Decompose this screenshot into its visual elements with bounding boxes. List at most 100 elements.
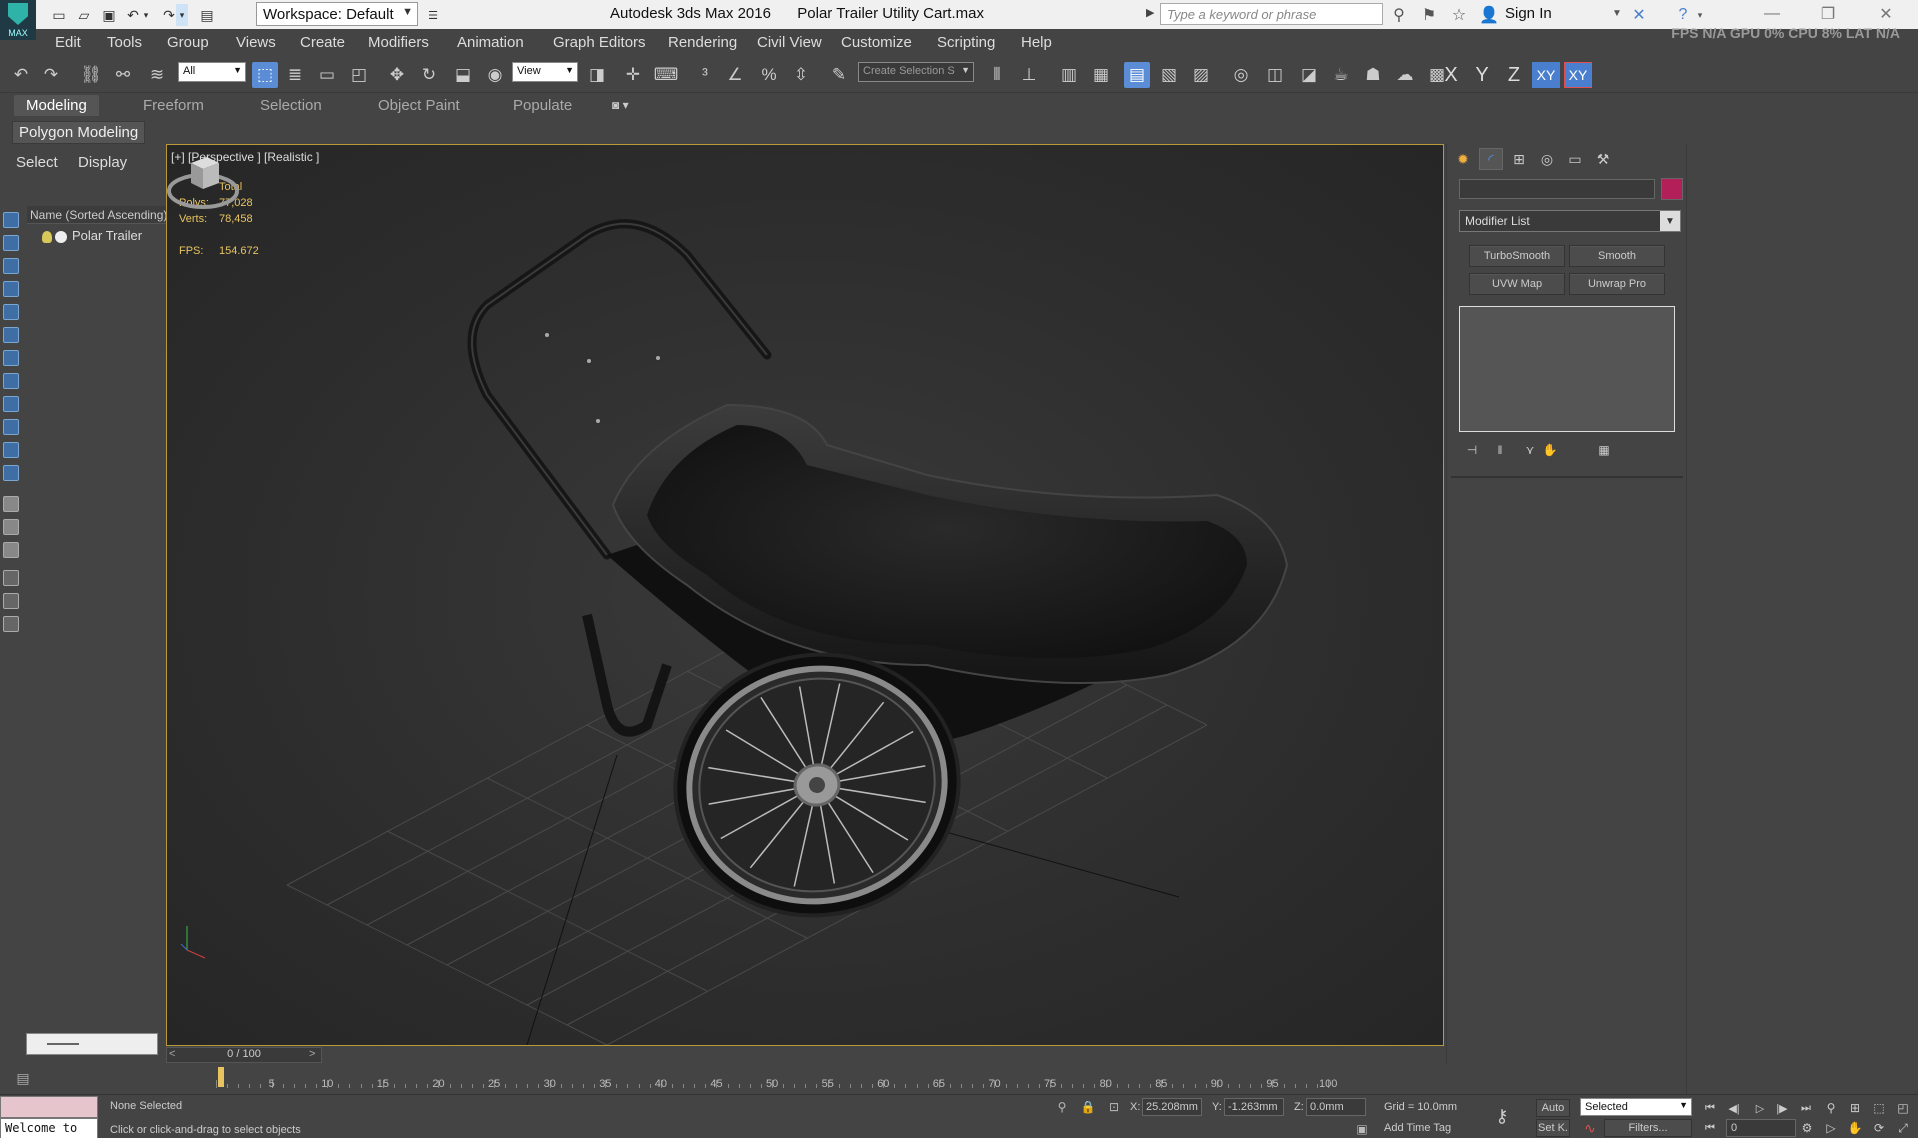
key-mode-toggle-icon[interactable]: ⏮ — [1700, 1119, 1720, 1137]
maximize-viewport-icon[interactable]: ⤢ — [1894, 1119, 1912, 1137]
select-and-rotate-icon[interactable]: ↻ — [416, 62, 442, 88]
polygon-modeling-button[interactable]: Polygon Modeling — [12, 121, 146, 144]
zoom-extents-all-icon[interactable]: ◰ — [1894, 1099, 1912, 1117]
previous-frame-icon[interactable]: < — [169, 1048, 175, 1060]
search-input[interactable]: Type a keyword or phrase — [1160, 3, 1383, 25]
new-file-icon[interactable]: ▭ — [48, 4, 70, 26]
explorer-tab-display[interactable]: Display — [78, 154, 127, 171]
restore-icon[interactable]: ❐ — [1806, 2, 1850, 26]
menu-modifiers[interactable]: Modifiers — [368, 34, 429, 51]
open-file-icon[interactable]: ▱ — [73, 4, 95, 26]
rendered-frame-window-icon[interactable]: ◪ — [1296, 62, 1322, 88]
display-bones-icon[interactable] — [3, 396, 19, 412]
uvw-map-button[interactable]: UVW Map — [1469, 273, 1565, 295]
pivot-center-icon[interactable]: ◨ — [584, 62, 610, 88]
play-icon[interactable]: ▷ — [1750, 1099, 1770, 1117]
menu-tools[interactable]: Tools — [107, 34, 142, 51]
next-key-icon[interactable]: |▶ — [1772, 1099, 1792, 1117]
filter-icon[interactable] — [3, 570, 19, 586]
axis-constraint-x[interactable]: X — [1437, 62, 1465, 88]
search-expand-icon[interactable]: ▶ — [1146, 6, 1154, 19]
sign-in-button[interactable]: Sign In — [1505, 5, 1552, 22]
explorer-tab-select[interactable]: Select — [16, 154, 58, 171]
explorer-row[interactable]: Polar Trailer — [42, 228, 182, 243]
redo-dropdown-icon[interactable]: ▾ — [176, 4, 188, 26]
pin-stack-icon[interactable]: ⊣ — [1463, 442, 1481, 458]
menu-create[interactable]: Create — [300, 34, 345, 51]
maxscript-mini-listener[interactable]: Welcome to — [0, 1118, 98, 1138]
zoom-icon[interactable]: ⚲ — [1822, 1099, 1840, 1117]
select-and-place-icon[interactable]: ◉ — [482, 62, 508, 88]
manipulate-icon[interactable]: ✛ — [620, 62, 646, 88]
ribbon-options-dropdown-icon[interactable]: ◙ ▾ — [612, 98, 629, 112]
customize-toolbar-icon[interactable]: ☰ — [422, 4, 444, 26]
display-cameras-icon[interactable] — [3, 281, 19, 297]
align-icon[interactable]: ⊥ — [1016, 62, 1042, 88]
previous-key-icon[interactable]: ◀| — [1724, 1099, 1744, 1117]
isolate-selection-icon[interactable]: ⚲ — [1054, 1099, 1070, 1115]
layer-explorer-icon[interactable]: ▥ — [1056, 62, 1082, 88]
unlink-icon[interactable]: ⚯ — [110, 62, 136, 88]
menu-customize[interactable]: Customize — [841, 34, 912, 51]
key-filter-select[interactable]: Selected ▼ — [1580, 1098, 1692, 1116]
light-bulb-icon[interactable] — [42, 230, 52, 243]
maxscript-listener-output[interactable] — [0, 1096, 98, 1118]
go-to-start-icon[interactable]: ⏮ — [1700, 1099, 1720, 1117]
help-icon[interactable]: ? — [1672, 4, 1694, 26]
communication-center-icon[interactable]: ⚑ — [1418, 4, 1440, 26]
angle-snap-icon[interactable]: ∠ — [722, 62, 748, 88]
display-shapes-icon[interactable] — [3, 235, 19, 251]
undo-dropdown-icon[interactable]: ▾ — [140, 4, 152, 26]
menu-scripting[interactable]: Scripting — [937, 34, 995, 51]
display-none-icon[interactable] — [3, 519, 19, 535]
set-key-icon[interactable]: ⚷ — [1488, 1105, 1516, 1127]
render-in-cloud-icon[interactable]: ☁ — [1392, 62, 1418, 88]
show-end-result-icon[interactable]: ‖ — [1491, 442, 1509, 458]
modifier-list-select[interactable]: Modifier List ▼ — [1459, 210, 1681, 232]
display-containers-icon[interactable] — [3, 419, 19, 435]
workspace-select[interactable]: Workspace: Default ▼ — [256, 2, 418, 26]
time-configuration-icon[interactable]: ⚙ — [1798, 1119, 1816, 1137]
select-and-scale-icon[interactable]: ⬓ — [450, 62, 476, 88]
bind-space-warp-icon[interactable]: ≋ — [144, 62, 170, 88]
tab-selection[interactable]: Selection — [260, 97, 322, 114]
explorer-column-header[interactable]: Name (Sorted Ascending) — [27, 206, 182, 224]
make-unique-icon[interactable]: ⋎ — [1521, 442, 1539, 458]
percent-snap-icon[interactable]: % — [756, 62, 782, 88]
scene-explorer-icon[interactable]: ▤ — [1124, 62, 1150, 88]
current-frame-marker[interactable] — [218, 1067, 224, 1087]
display-invert-icon[interactable] — [3, 542, 19, 558]
pan-view-icon[interactable]: ✋ — [1846, 1119, 1864, 1137]
undo-icon[interactable]: ↶ — [8, 62, 34, 88]
zoom-extents-icon[interactable]: ⬚ — [1870, 1099, 1888, 1117]
display-hidden-icon[interactable] — [3, 465, 19, 481]
selection-lock-icon[interactable]: 🔒 — [1080, 1099, 1096, 1115]
display-helpers-icon[interactable] — [3, 304, 19, 320]
menu-edit[interactable]: Edit — [55, 34, 81, 51]
find-icon[interactable] — [3, 593, 19, 609]
material-editor-icon[interactable]: ◎ — [1228, 62, 1254, 88]
menu-animation[interactable]: Animation — [457, 34, 524, 51]
spinner-snap-icon[interactable]: ⇳ — [788, 62, 814, 88]
modifier-stack[interactable] — [1459, 306, 1675, 432]
display-lights-icon[interactable] — [3, 258, 19, 274]
chevron-down-icon[interactable]: ▼ — [1612, 8, 1622, 19]
display-groups-icon[interactable] — [3, 350, 19, 366]
named-selection-set-select[interactable]: Create Selection S ▼ — [858, 62, 974, 82]
object-name-field[interactable] — [1459, 179, 1655, 199]
track-bar[interactable]: 5 10 15 20 25 30 35 40 45 50 55 60 65 70 75 80 85 90 95 100 — [166, 1064, 1448, 1094]
absolute-mode-icon[interactable]: ⊡ — [1106, 1099, 1122, 1115]
render-production-icon[interactable]: ☕ — [1328, 62, 1354, 88]
y-coord-field[interactable]: -1.263mm — [1224, 1098, 1284, 1116]
perspective-viewport[interactable]: [+] [Perspective ] [Realistic ] Total Po… — [166, 144, 1444, 1046]
create-tab-icon[interactable]: ✹ — [1451, 148, 1475, 170]
object-color-swatch[interactable] — [1661, 178, 1683, 200]
mini-curve-editor-icon[interactable]: ▤ — [12, 1068, 34, 1088]
display-space-warps-icon[interactable] — [3, 327, 19, 343]
set-key-mode-button[interactable]: Set K. — [1536, 1119, 1570, 1137]
field-of-view-icon[interactable]: ▷ — [1822, 1119, 1840, 1137]
save-file-icon[interactable]: ▣ — [98, 4, 120, 26]
hierarchy-tab-icon[interactable]: ⊞ — [1507, 148, 1531, 170]
tab-freeform[interactable]: Freeform — [143, 97, 204, 114]
menu-graph-editors[interactable]: Graph Editors — [553, 34, 646, 51]
